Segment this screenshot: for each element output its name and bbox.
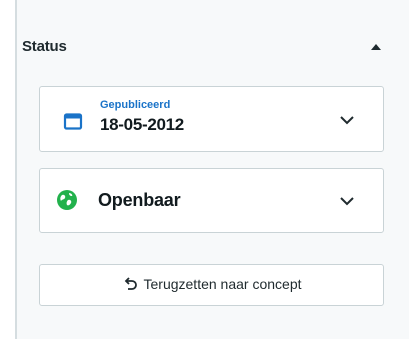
globe-icon	[57, 190, 77, 210]
chevron-up-icon[interactable]	[370, 42, 382, 52]
revert-to-draft-button[interactable]: Terugzetten naar concept	[39, 264, 384, 306]
chevron-down-icon	[340, 116, 354, 125]
visibility-label: Openbaar	[98, 190, 181, 210]
visibility-dropdown[interactable]: Openbaar	[39, 168, 384, 233]
undo-icon	[124, 277, 137, 290]
revert-button-content: Terugzetten naar concept	[40, 276, 383, 294]
publish-status-caption: Gepubliceerd	[100, 99, 171, 111]
revert-button-label: Terugzetten naar concept	[143, 276, 302, 292]
publish-date-dropdown[interactable]: Gepubliceerd 18-05-2012	[39, 86, 384, 152]
status-title: Status	[22, 38, 67, 55]
status-section-header[interactable]: Status	[22, 38, 390, 60]
calendar-icon	[63, 113, 83, 130]
chevron-down-icon	[340, 197, 354, 206]
publish-date-value: 18-05-2012	[100, 115, 184, 134]
